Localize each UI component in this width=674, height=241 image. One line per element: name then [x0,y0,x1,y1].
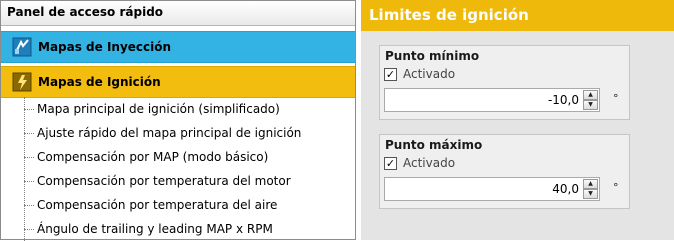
ignition-map-list: Mapa principal de ignición (simplificado… [15,97,355,241]
min-point-value: -10,0 [547,93,579,107]
checkmark-icon[interactable]: ✓ [384,156,397,170]
category-injection-label: Mapas de Inyección [38,40,172,54]
tree-connector [24,205,34,206]
min-point-group: Punto mínimo ✓ Activado -10,0 ▲ ▼ ° [379,45,630,120]
tree-connector [24,181,34,182]
max-point-value: 40,0 [552,182,579,196]
max-point-title: Punto máximo [385,138,483,152]
panel-title: Limites de ignición [361,0,674,31]
max-point-spinner[interactable]: ▲ ▼ [583,179,598,199]
list-item[interactable]: Compensación por MAP (modo básico) [15,145,355,169]
max-point-unit: ° [613,181,619,194]
max-point-enabled-label: Activado [403,156,456,170]
list-item-label: Compensación por MAP (modo básico) [37,150,269,164]
max-point-enabled-checkbox[interactable]: ✓ Activado [384,155,455,171]
tree-connector [24,229,34,230]
list-item[interactable]: Compensación por temperatura del motor [15,169,355,193]
list-item-label: Ajuste rápido del mapa principal de igni… [37,126,302,140]
list-item[interactable]: Ángulo de trailing y leading MAP x RPM [15,217,355,241]
category-injection-maps[interactable]: Mapas de Inyección [1,31,355,63]
min-point-unit: ° [613,92,619,105]
list-item-label: Compensación por temperatura del motor [37,174,291,188]
ignition-limits-panel: Limites de ignición Punto mínimo ✓ Activ… [361,0,674,240]
list-item-label: Mapa principal de ignición (simplificado… [37,102,280,116]
min-point-input[interactable]: -10,0 ▲ ▼ [384,88,600,112]
list-item[interactable]: Mapa principal de ignición (simplificado… [15,97,355,121]
spin-down-icon[interactable]: ▼ [583,189,598,199]
min-point-enabled-checkbox[interactable]: ✓ Activado [384,66,455,82]
injection-icon [12,36,32,58]
max-point-input[interactable]: 40,0 ▲ ▼ [384,177,600,201]
min-point-enabled-label: Activado [403,67,456,81]
tree-connector [24,109,34,110]
category-ignition-label: Mapas de Ignición [38,75,161,89]
list-item-label: Ángulo de trailing y leading MAP x RPM [37,222,273,236]
quick-access-panel: Panel de acceso rápido Mapas de Inyecció… [0,0,356,241]
min-point-title: Punto mínimo [385,49,480,63]
list-item[interactable]: Ajuste rápido del mapa principal de igni… [15,121,355,145]
spin-up-icon[interactable]: ▲ [583,90,598,100]
min-point-spinner[interactable]: ▲ ▼ [583,90,598,110]
list-item[interactable]: Compensación por temperatura del aire [15,193,355,217]
category-ignition-maps[interactable]: Mapas de Ignición [1,66,355,98]
spin-up-icon[interactable]: ▲ [583,179,598,189]
max-point-group: Punto máximo ✓ Activado 40,0 ▲ ▼ ° [379,134,630,209]
tree-connector [24,133,34,134]
spin-down-icon[interactable]: ▼ [583,100,598,110]
ignition-icon [12,71,32,93]
quick-access-header: Panel de acceso rápido [1,1,355,26]
tree-connector [24,157,34,158]
list-item-label: Compensación por temperatura del aire [37,198,278,212]
checkmark-icon[interactable]: ✓ [384,67,397,81]
